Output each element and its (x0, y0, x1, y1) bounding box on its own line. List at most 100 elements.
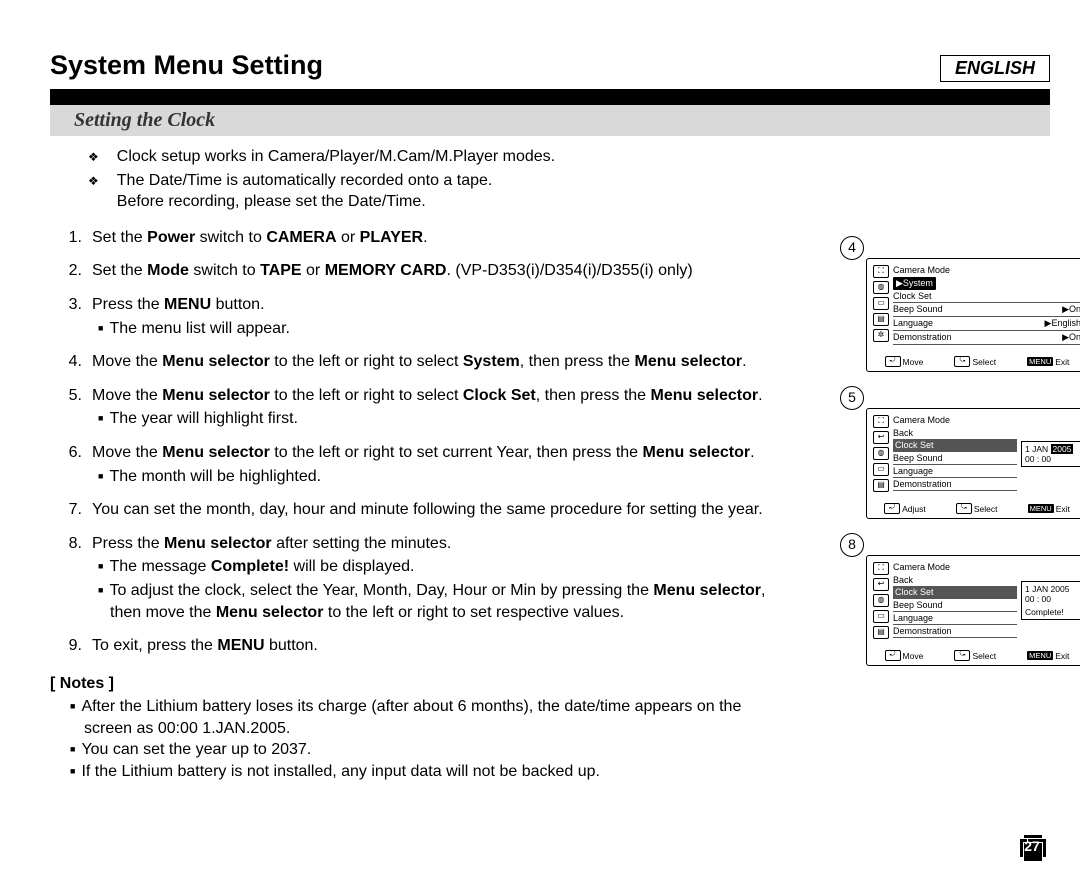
time-value: 00 : 00 (1025, 454, 1077, 464)
footer-exit: Exit (1055, 651, 1069, 661)
step-number: 1. (62, 227, 82, 249)
substep: The message Complete! will be displayed. (92, 556, 790, 578)
notes-list: After the Lithium battery loses its char… (50, 696, 790, 782)
page-number: 27 (1022, 838, 1042, 854)
footer-move: Move (903, 651, 924, 661)
step-body: Move the Menu selector to the left or ri… (92, 385, 790, 430)
intro-list: Clock setup works in Camera/Player/M.Cam… (50, 146, 790, 213)
step-circle: 5 (840, 386, 864, 410)
step-number: 9. (62, 635, 82, 657)
step-body: Set the Mode switch to TAPE or MEMORY CA… (92, 260, 790, 282)
right-column: 4 ⛶ ◍ ▭ ▤ ✲ Camera Mode ▶System (840, 236, 1080, 680)
footer-adjust: Adjust (902, 504, 926, 514)
footer-select: Select (974, 504, 998, 514)
steps-list: 1. Set the Power switch to CAMERA or PLAY… (50, 227, 790, 657)
screen-footer: ⤾Move ⤿Select MENUExit (867, 353, 1080, 371)
back-label: Back (893, 575, 913, 585)
complete-msg: Complete! (1025, 607, 1077, 617)
menu-header: ▶System (893, 277, 936, 290)
tape-icon: ▭ (873, 297, 889, 310)
step-number: 6. (62, 442, 82, 487)
select-icon: ⤿ (954, 356, 970, 367)
select-icon: ⤿ (954, 650, 970, 661)
content-area: Clock setup works in Camera/Player/M.Cam… (50, 146, 1050, 783)
step-body: Move the Menu selector to the left or ri… (92, 351, 790, 373)
step-circle: 4 (840, 236, 864, 260)
intro-text: Clock setup works in Camera/Player/M.Cam… (117, 146, 555, 168)
step-body: To exit, press the MENU button. (92, 635, 790, 657)
date-pre: 1 JAN (1025, 444, 1048, 454)
card-icon: ▤ (873, 479, 889, 492)
notes-heading: [ Notes ] (50, 673, 790, 695)
section-subtitle: Setting the Clock (50, 105, 1050, 136)
menu-row: Demonstration▶On (893, 331, 1080, 345)
lcd-screen: ⛶ ↩ ◍ ▭ ▤ Camera Mode Back Clock SetBeep… (866, 555, 1080, 666)
menu-row: Language (893, 465, 1017, 478)
date-value: 1 JAN 2005 (1025, 584, 1077, 594)
back-icon: ↩ (873, 578, 889, 591)
step-number: 4. (62, 351, 82, 373)
menu-row: Language (893, 612, 1017, 625)
step-number: 3. (62, 294, 82, 339)
note-item: You can set the year up to 2037. (70, 739, 790, 761)
bullet-icon (88, 170, 107, 192)
substep: The year will highlight first. (92, 408, 790, 430)
menu-row: Beep Sound▶On (893, 303, 1080, 317)
footer-move: Move (903, 357, 924, 367)
back-icon: ↩ (873, 431, 889, 444)
menu-row: Demonstration (893, 478, 1017, 491)
disc-icon: ◍ (873, 447, 889, 460)
step-number: 2. (62, 260, 82, 282)
menu-row: Beep Sound (893, 599, 1017, 612)
menu-button-icon: MENU (1028, 504, 1054, 513)
screen-block-4: 4 ⛶ ◍ ▭ ▤ ✲ Camera Mode ▶System (840, 236, 1080, 372)
screen-footer: ⤾Adjust ⤿Select MENUExit (867, 500, 1080, 518)
menu-button-icon: MENU (1027, 651, 1053, 660)
menu-button-icon: MENU (1027, 357, 1053, 366)
nav-icon: ⤾ (884, 503, 900, 514)
language-label: ENGLISH (940, 55, 1050, 82)
camera-icon: ⛶ (873, 562, 889, 575)
manual-page: ENGLISH System Menu Setting Setting the … (0, 0, 1080, 880)
date-box: 1 JAN 2005 00 : 00 Complete! (1021, 581, 1080, 620)
page-number-badge: 27 (1019, 834, 1045, 860)
step-number: 8. (62, 533, 82, 623)
icon-strip: ⛶ ↩ ◍ ▭ ▤ (873, 415, 889, 492)
title-bar (50, 89, 1050, 105)
screen-title: Camera Mode (893, 562, 1017, 572)
date-box: 1 JAN 2005 00 : 00 (1021, 441, 1080, 467)
camera-icon: ⛶ (873, 415, 889, 428)
menu-row: Clock Set (893, 290, 1080, 303)
step-number: 5. (62, 385, 82, 430)
nav-icon: ⤾ (885, 356, 901, 367)
footer-select: Select (972, 651, 996, 661)
screen-block-8: 8 ⛶ ↩ ◍ ▭ ▤ Camera Mode (840, 533, 1080, 666)
date-year-highlight: 2005 (1051, 444, 1074, 454)
step-circle: 8 (840, 533, 864, 557)
tape-icon: ▭ (873, 610, 889, 623)
note-item: If the Lithium battery is not installed,… (70, 761, 790, 783)
menu-row: Beep Sound (893, 452, 1017, 465)
lcd-screen: ⛶ ◍ ▭ ▤ ✲ Camera Mode ▶System Clock SetB… (866, 258, 1080, 372)
step-body: Press the MENU button.The menu list will… (92, 294, 790, 339)
back-label: Back (893, 428, 913, 438)
time-value: 00 : 00 (1025, 594, 1077, 604)
bullet-icon (88, 146, 107, 168)
screen-footer: ⤾Move ⤿Select MENUExit (867, 647, 1080, 665)
substep: The month will be highlighted. (92, 466, 790, 488)
substep: The menu list will appear. (92, 318, 790, 340)
screen-block-5: 5 ⛶ ↩ ◍ ▭ ▤ Camera Mode (840, 386, 1080, 519)
substep: To adjust the clock, select the Year, Mo… (92, 580, 790, 623)
step-body: Press the Menu selector after setting th… (92, 533, 790, 623)
tape-icon: ▭ (873, 463, 889, 476)
nav-icon: ⤾ (885, 650, 901, 661)
step-body: Move the Menu selector to the left or ri… (92, 442, 790, 487)
screen-title: Camera Mode (893, 415, 1017, 425)
menu-row: Clock Set (893, 586, 1017, 599)
step-body: Set the Power switch to CAMERA or PLAYER… (92, 227, 790, 249)
screen-title: Camera Mode (893, 265, 1080, 275)
disc-icon: ◍ (873, 594, 889, 607)
card-icon: ▤ (873, 313, 889, 326)
select-icon: ⤿ (956, 503, 972, 514)
page-title: System Menu Setting (50, 50, 1050, 81)
